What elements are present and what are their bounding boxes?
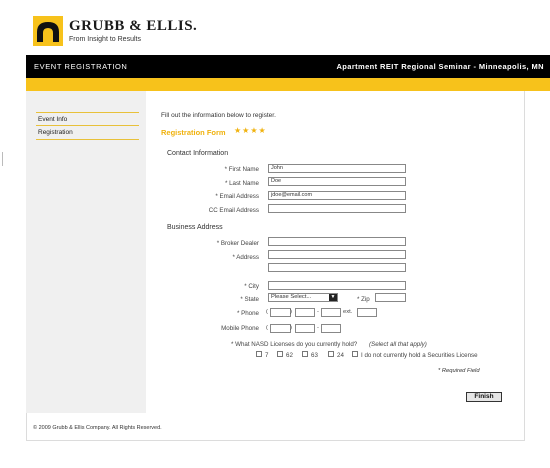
phone-dash: -	[317, 309, 319, 315]
phone-prefix-input[interactable]	[295, 308, 315, 317]
email-input[interactable]: jdoe@email.com	[268, 191, 406, 200]
first-name-label: * First Name	[224, 166, 259, 173]
license-24-label: 24	[337, 352, 344, 359]
grubb-ellis-logo: GRUBB & ELLIS. From Insight to Results	[33, 16, 197, 48]
license-7-checkbox[interactable]	[256, 351, 262, 357]
phone-ext-input[interactable]	[357, 308, 377, 317]
mobile-paren-open: (	[266, 325, 268, 331]
stars-decoration: ★★★★	[234, 126, 267, 135]
accent-bar	[26, 78, 550, 91]
license-63-checkbox[interactable]	[302, 351, 308, 357]
mobile-line-input[interactable]	[321, 324, 341, 333]
no-license-label: I do not currently hold a Securities Lic…	[361, 352, 478, 359]
phone-paren-open: (	[266, 309, 268, 315]
address-line1-input[interactable]	[268, 250, 406, 259]
phone-line-input[interactable]	[321, 308, 341, 317]
mobile-phone-label: Mobile Phone	[221, 325, 259, 332]
intro-text: Fill out the information below to regist…	[161, 112, 276, 119]
broker-dealer-input[interactable]	[268, 237, 406, 246]
license-24-checkbox[interactable]	[328, 351, 334, 357]
event-title: Apartment REIT Regional Seminar - Minnea…	[336, 62, 544, 71]
brand-name: GRUBB & ELLIS.	[69, 18, 198, 34]
last-name-input[interactable]: Doe	[268, 177, 406, 186]
cc-email-label: CC Email Address	[208, 207, 259, 214]
license-62-label: 62	[286, 352, 293, 359]
mobile-area-input[interactable]	[270, 324, 291, 333]
copyright-footer: © 2009 Grubb & Ellis Company. All Rights…	[33, 425, 162, 431]
phone-paren-close: )	[290, 309, 292, 315]
licenses-question: * What NASD Licenses do you currently ho…	[231, 341, 358, 348]
state-select-value: Please Select...	[271, 294, 312, 300]
cc-email-input[interactable]	[268, 204, 406, 213]
address-label: * Address	[232, 254, 259, 261]
arch-logo-icon	[33, 16, 63, 46]
licenses-note: (Select all that apply)	[369, 341, 427, 348]
state-label: * State	[240, 296, 259, 303]
required-field-note: * Required Field	[438, 368, 480, 374]
business-heading: Business Address	[167, 224, 223, 231]
contact-heading: Contact Information	[167, 150, 229, 157]
finish-button[interactable]: Finish	[466, 392, 502, 402]
chevron-down-icon[interactable]: ▼	[329, 294, 337, 301]
state-select[interactable]: Please Select... ▼	[268, 293, 338, 302]
mobile-dash: -	[317, 325, 319, 331]
sidebar-item-event-info[interactable]: Event Info	[36, 112, 139, 126]
license-7-label: 7	[265, 352, 269, 359]
broker-dealer-label: * Broker Dealer	[216, 240, 259, 247]
mobile-paren-close: )	[290, 325, 292, 331]
sidebar-item-registration[interactable]: Registration	[36, 126, 139, 140]
city-label: * City	[244, 283, 259, 290]
ext-label: ext.	[343, 309, 353, 315]
last-name-label: * Last Name	[224, 180, 259, 187]
phone-area-input[interactable]	[270, 308, 291, 317]
page-title: EVENT REGISTRATION	[34, 62, 128, 71]
mobile-prefix-input[interactable]	[295, 324, 315, 333]
header-bar: EVENT REGISTRATION Apartment REIT Region…	[26, 55, 550, 78]
zip-input[interactable]	[375, 293, 406, 302]
license-63-label: 63	[311, 352, 318, 359]
address-line2-input[interactable]	[268, 263, 406, 272]
zip-label: * Zip	[357, 296, 370, 303]
page-edge-marker	[0, 152, 3, 166]
email-label: * Email Address	[215, 193, 259, 200]
form-title: Registration Form	[161, 128, 226, 137]
city-input[interactable]	[268, 281, 406, 290]
license-62-checkbox[interactable]	[277, 351, 283, 357]
sidebar: Event Info Registration	[26, 91, 146, 413]
phone-label: * Phone	[236, 310, 259, 317]
first-name-input[interactable]: John	[268, 164, 406, 173]
no-license-checkbox[interactable]	[352, 351, 358, 357]
brand-tagline: From Insight to Results	[69, 36, 141, 43]
